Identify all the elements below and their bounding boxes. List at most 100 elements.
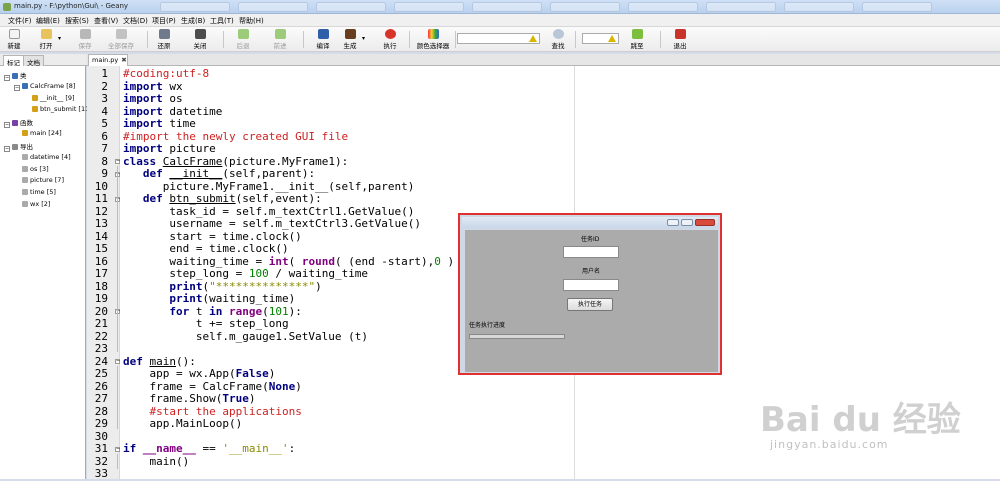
menu-help[interactable]: 帮助(H) bbox=[239, 16, 264, 26]
forward-button[interactable]: 前进 bbox=[271, 29, 289, 51]
background-browser-tab bbox=[238, 2, 308, 12]
line-number: 23 bbox=[94, 342, 108, 355]
new-button[interactable]: 新建 bbox=[5, 29, 23, 51]
fold-marker-icon[interactable]: − bbox=[115, 447, 120, 452]
background-browser-tab bbox=[706, 2, 776, 12]
tree-item-time[interactable]: time [5] bbox=[22, 188, 56, 196]
jump-button[interactable]: 跳至 bbox=[628, 29, 646, 51]
back-button[interactable]: 后退 bbox=[234, 29, 252, 51]
collapse-icon[interactable]: − bbox=[4, 122, 10, 128]
window-close-button[interactable] bbox=[695, 219, 715, 226]
tree-item-init[interactable]: __init__ [9] bbox=[32, 94, 75, 102]
new-file-icon bbox=[8, 29, 20, 39]
task-id-input[interactable] bbox=[563, 246, 619, 258]
menu-view[interactable]: 查看(V) bbox=[94, 16, 118, 26]
tree-item-picture[interactable]: picture [7] bbox=[22, 176, 64, 184]
minimize-button[interactable] bbox=[667, 219, 679, 226]
open-folder-icon bbox=[40, 29, 52, 39]
find-button[interactable]: 查找 bbox=[549, 29, 567, 51]
collapse-icon[interactable]: − bbox=[14, 85, 20, 91]
fold-line bbox=[117, 454, 118, 469]
file-tab-main-py[interactable]: main.py ✖ bbox=[88, 54, 128, 66]
line-number: 13 bbox=[94, 217, 108, 230]
line-number: 29 bbox=[94, 417, 108, 430]
line-number: 19 bbox=[94, 292, 108, 305]
maximize-button[interactable] bbox=[681, 219, 693, 226]
color-picker-icon bbox=[427, 29, 439, 39]
execute-task-button[interactable]: 执行任务 bbox=[567, 298, 613, 311]
code-line: if __name__ == '__main__': bbox=[123, 442, 296, 455]
tab-documents[interactable]: 文档 bbox=[23, 55, 44, 67]
fold-marker-icon[interactable]: − bbox=[115, 159, 120, 164]
collapse-icon[interactable]: − bbox=[4, 146, 10, 152]
close-tab-icon[interactable]: ✖ bbox=[121, 56, 126, 64]
code-line: username = self.m_textCtrl3.GetValue() bbox=[123, 217, 422, 230]
background-browser-tab bbox=[160, 2, 230, 12]
tree-item-functions[interactable]: − 函数 bbox=[4, 117, 33, 128]
menu-file[interactable]: 文件(F) bbox=[8, 16, 32, 26]
tree-item-os[interactable]: os [3] bbox=[22, 165, 49, 173]
save-all-button[interactable]: 全部保存 bbox=[107, 29, 135, 51]
code-line: app = wx.App(False) bbox=[123, 367, 276, 380]
import-icon bbox=[22, 201, 28, 207]
menu-bar: 文件(F) 编辑(E) 搜索(S) 查看(V) 文档(D) 项目(P) 生成(B… bbox=[0, 14, 1000, 27]
line-number: 11 bbox=[94, 192, 108, 205]
import-icon bbox=[22, 189, 28, 195]
geany-app-icon bbox=[3, 3, 11, 11]
close-icon bbox=[194, 29, 206, 39]
method-icon bbox=[32, 106, 38, 112]
quit-icon bbox=[674, 29, 686, 39]
toolbar-separator bbox=[303, 31, 304, 48]
code-line: main() bbox=[123, 454, 190, 468]
execute-button[interactable]: 执行 bbox=[381, 29, 399, 51]
line-number: 15 bbox=[94, 242, 108, 255]
username-input[interactable] bbox=[563, 279, 619, 291]
save-all-icon bbox=[115, 29, 127, 39]
running-app-window: 任务ID 用户名 执行任务 任务执行进度 bbox=[458, 213, 722, 375]
tree-item-btn-submit[interactable]: btn_submit [11] bbox=[32, 105, 92, 113]
background-browser-tab bbox=[472, 2, 542, 12]
tab-symbols[interactable]: 标记 bbox=[3, 55, 24, 67]
method-icon bbox=[32, 95, 38, 101]
line-number: 5 bbox=[101, 117, 108, 130]
background-browser-tab bbox=[628, 2, 698, 12]
tree-item-calcframe[interactable]: − CalcFrame [8] bbox=[14, 82, 75, 91]
menu-edit[interactable]: 编辑(E) bbox=[36, 16, 60, 26]
line-number: 3 bbox=[101, 92, 108, 105]
menu-search[interactable]: 搜索(S) bbox=[65, 16, 89, 26]
search-icon bbox=[552, 29, 564, 39]
close-button[interactable]: 关闭 bbox=[191, 29, 209, 51]
line-number: 21 bbox=[94, 317, 108, 330]
save-button[interactable]: 保存 bbox=[76, 29, 94, 51]
menu-document[interactable]: 文档(D) bbox=[123, 16, 148, 26]
compile-button[interactable]: 编译 bbox=[314, 29, 332, 51]
code-line: end = time.clock() bbox=[123, 242, 289, 255]
menu-tools[interactable]: 工具(T) bbox=[210, 16, 234, 26]
menu-build[interactable]: 生成(B) bbox=[181, 16, 205, 26]
app-window-client: 任务ID 用户名 执行任务 任务执行进度 bbox=[465, 230, 718, 372]
search-input[interactable] bbox=[457, 33, 540, 44]
collapse-icon[interactable]: − bbox=[4, 75, 10, 81]
function-group-icon bbox=[12, 120, 18, 126]
goto-line-input[interactable] bbox=[582, 33, 619, 44]
tree-item-classes[interactable]: − 类 bbox=[4, 70, 27, 81]
class-group-icon bbox=[12, 73, 18, 79]
sidebar-tabs: 标记 文档 bbox=[0, 54, 86, 67]
warning-icon bbox=[608, 35, 616, 42]
class-icon bbox=[22, 83, 28, 89]
tree-item-datetime[interactable]: datetime [4] bbox=[22, 153, 71, 161]
progress-gauge bbox=[469, 334, 565, 339]
quit-button[interactable]: 退出 bbox=[671, 29, 689, 51]
task-id-label: 任务ID bbox=[581, 236, 600, 243]
revert-button[interactable]: 还原 bbox=[155, 29, 173, 51]
tree-item-imports[interactable]: − 导出 bbox=[4, 141, 33, 152]
menu-project[interactable]: 项目(P) bbox=[152, 16, 176, 26]
fold-marker-icon[interactable]: − bbox=[115, 359, 120, 364]
toolbar-separator bbox=[223, 31, 224, 48]
tree-item-main[interactable]: main [24] bbox=[22, 129, 62, 137]
build-button[interactable]: 生成 bbox=[341, 29, 359, 51]
open-button[interactable]: 打开 bbox=[37, 29, 55, 51]
color-picker-button[interactable]: 颜色选择器 bbox=[415, 29, 451, 51]
toolbar-separator bbox=[575, 31, 576, 48]
tree-item-wx[interactable]: wx [2] bbox=[22, 200, 50, 208]
